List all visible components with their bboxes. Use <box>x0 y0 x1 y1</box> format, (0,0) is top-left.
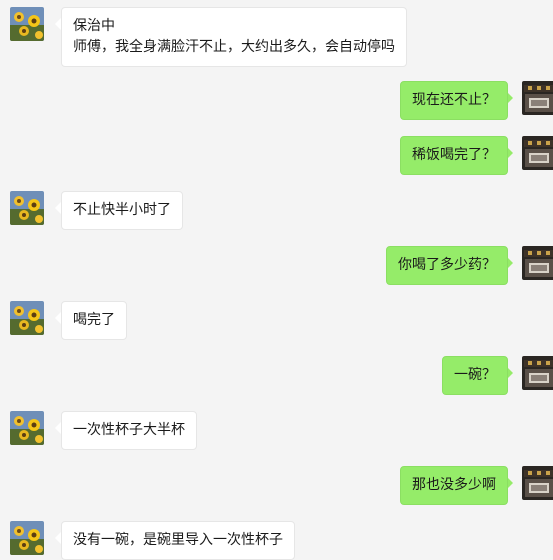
message-bubble[interactable]: 不止快半小时了 <box>61 191 183 230</box>
building-avatar[interactable] <box>522 136 553 170</box>
message-bubble[interactable]: 你喝了多少药？ <box>386 246 508 285</box>
message-text: 不止快半小时了 <box>73 202 171 218</box>
message-bubble[interactable]: 一碗？ <box>442 356 508 395</box>
message-text: 一碗？ <box>454 367 496 383</box>
sunflower-avatar[interactable] <box>10 521 44 555</box>
message-bubble[interactable]: 现在还不止？ <box>400 81 508 120</box>
message-text: 稀饭喝完了？ <box>412 147 496 163</box>
building-avatar[interactable] <box>522 246 553 280</box>
sunflower-avatar[interactable] <box>10 301 44 335</box>
message-bubble[interactable]: 那也没多少啊 <box>400 466 508 505</box>
sunflower-avatar[interactable] <box>10 191 44 225</box>
sunflower-avatar[interactable] <box>10 411 44 445</box>
message-bubble[interactable]: 没有一碗，是碗里导入一次性杯子 <box>61 521 295 560</box>
message-bubble[interactable]: 保治中 师傅，我全身满脸汗不止，大约出多久，会自动停吗 <box>61 7 407 67</box>
building-avatar[interactable] <box>522 81 553 115</box>
message-text: 保治中 <box>73 18 115 34</box>
message-bubble[interactable]: 一次性杯子大半杯 <box>61 411 197 450</box>
message-text: 没有一碗，是碗里导入一次性杯子 <box>73 532 283 548</box>
message-text: 喝完了 <box>73 312 115 328</box>
message-bubble[interactable]: 喝完了 <box>61 301 127 340</box>
message-bubble[interactable]: 稀饭喝完了？ <box>400 136 508 175</box>
message-text: 那也没多少啊 <box>412 477 496 493</box>
message-text: 现在还不止？ <box>412 92 496 108</box>
building-avatar[interactable] <box>522 466 553 500</box>
message-text: 一次性杯子大半杯 <box>73 422 185 438</box>
building-avatar[interactable] <box>522 356 553 390</box>
sunflower-avatar[interactable] <box>10 7 44 41</box>
message-text: 你喝了多少药？ <box>398 257 496 273</box>
message-text: 师傅，我全身满脸汗不止，大约出多久，会自动停吗 <box>73 39 395 55</box>
